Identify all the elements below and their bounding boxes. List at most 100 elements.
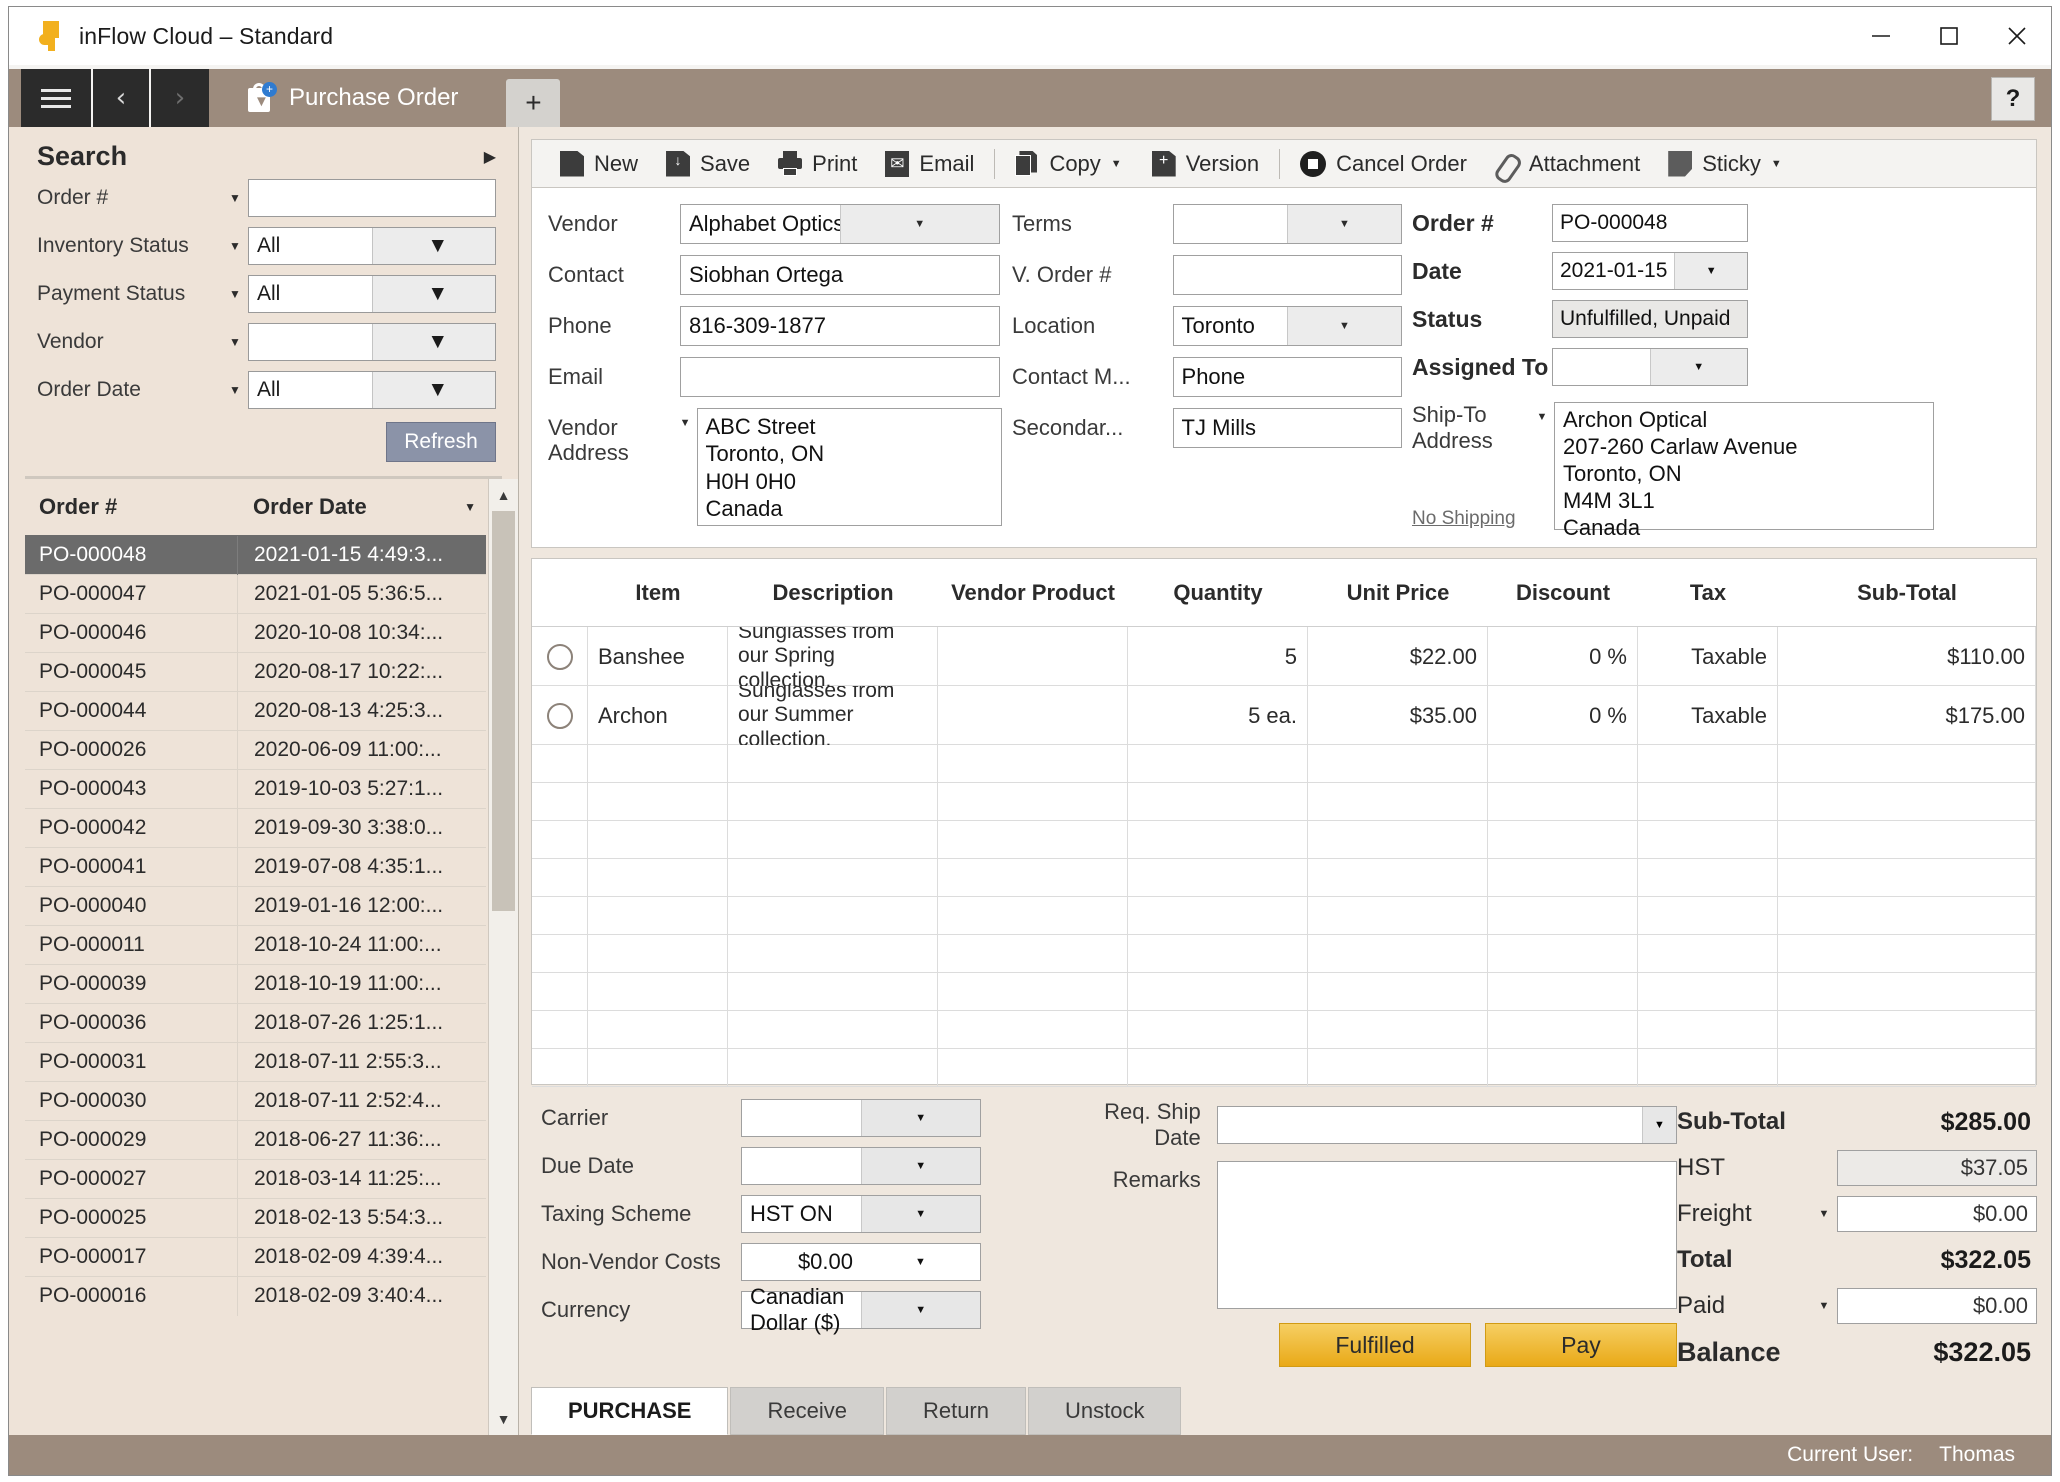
empty-cell[interactable] bbox=[1488, 897, 1638, 935]
column-header-quantity[interactable]: Quantity bbox=[1128, 559, 1308, 626]
phone-input[interactable]: 816-309-1877 bbox=[680, 306, 1000, 346]
chevron-down-icon[interactable]: ▼ bbox=[1286, 307, 1402, 345]
chevron-down-icon[interactable]: ▼ bbox=[222, 383, 248, 397]
empty-cell[interactable] bbox=[588, 973, 728, 1011]
quantity-cell[interactable]: 5 ea. bbox=[1128, 686, 1308, 745]
vendor-address-textarea[interactable]: ABC Street Toronto, ON H0H 0H0 Canada bbox=[696, 408, 1002, 526]
email-button[interactable]: Email bbox=[871, 140, 988, 188]
chevron-down-icon[interactable]: ▼ bbox=[1642, 1107, 1676, 1144]
order-list-row[interactable]: PO-000048 2021-01-15 4:49:3... bbox=[25, 535, 486, 575]
order-list-row[interactable]: PO-000031 2018-07-11 2:55:3... bbox=[25, 1042, 486, 1082]
order-no-input[interactable]: PO-000048 bbox=[1552, 204, 1748, 242]
empty-cell[interactable] bbox=[588, 1049, 728, 1087]
chevron-down-icon[interactable]: ▼ bbox=[674, 408, 697, 429]
order-list-row[interactable]: PO-000039 2018-10-19 11:00:... bbox=[25, 964, 486, 1004]
maximize-button[interactable] bbox=[1915, 7, 1983, 65]
row-select-cell[interactable] bbox=[532, 745, 588, 783]
column-header-subtotal[interactable]: Sub-Total bbox=[1778, 559, 2036, 626]
empty-cell[interactable] bbox=[1488, 859, 1638, 897]
search-input-order-no[interactable] bbox=[248, 179, 496, 217]
empty-cell[interactable] bbox=[1778, 935, 2036, 973]
carrier-select[interactable]: ▼ bbox=[741, 1099, 981, 1138]
search-select-order-date[interactable]: All ▼ bbox=[248, 371, 496, 409]
fulfilled-button[interactable]: Fulfilled bbox=[1279, 1323, 1471, 1368]
minimize-button[interactable] bbox=[1847, 7, 1915, 65]
order-list-scrollbar[interactable]: ▲ ▼ bbox=[488, 479, 518, 1435]
row-select-cell[interactable] bbox=[532, 821, 588, 859]
empty-cell[interactable] bbox=[1778, 973, 2036, 1011]
ship-to-address-textarea[interactable]: Archon Optical 207-260 Carlaw Avenue Tor… bbox=[1554, 402, 1934, 540]
empty-cell[interactable] bbox=[1308, 783, 1488, 821]
empty-cell[interactable] bbox=[938, 1049, 1128, 1087]
sub-tab-unstock[interactable]: Unstock bbox=[1028, 1387, 1182, 1435]
empty-cell[interactable] bbox=[728, 1011, 938, 1049]
empty-cell[interactable] bbox=[1778, 859, 2036, 897]
empty-cell[interactable] bbox=[1308, 745, 1488, 783]
order-list-row[interactable]: PO-000040 2019-01-16 12:00:... bbox=[25, 886, 486, 926]
chevron-down-icon[interactable]: ▼ bbox=[371, 228, 495, 264]
item-cell[interactable]: Banshee bbox=[588, 627, 728, 686]
help-button[interactable]: ? bbox=[1991, 77, 2035, 121]
main-menu-button[interactable] bbox=[21, 69, 93, 127]
tax-cell[interactable]: Taxable bbox=[1638, 686, 1778, 745]
row-select-cell[interactable] bbox=[532, 859, 588, 897]
description-cell[interactable]: Sunglasses from our Spring collection. bbox=[728, 627, 938, 686]
order-list-row[interactable]: PO-000025 2018-02-13 5:54:3... bbox=[25, 1198, 486, 1238]
scrollbar-thumb[interactable] bbox=[492, 511, 515, 911]
no-shipping-link[interactable]: No Shipping bbox=[1412, 508, 1554, 530]
empty-cell[interactable] bbox=[1308, 1011, 1488, 1049]
sub-tab-receive[interactable]: Receive bbox=[730, 1387, 884, 1435]
empty-cell[interactable] bbox=[1128, 783, 1308, 821]
row-select-radio[interactable] bbox=[532, 627, 588, 686]
empty-cell[interactable] bbox=[728, 973, 938, 1011]
search-select-vendor[interactable]: ▼ bbox=[248, 323, 496, 361]
empty-cell[interactable] bbox=[1638, 897, 1778, 935]
search-select-inventory-status[interactable]: All ▼ bbox=[248, 227, 496, 265]
chevron-down-icon[interactable]: ▼ bbox=[1649, 349, 1747, 385]
chevron-down-icon[interactable]: ▼ bbox=[861, 1244, 980, 1281]
empty-cell[interactable] bbox=[1778, 745, 2036, 783]
sub-tab-purchase[interactable]: PURCHASE bbox=[531, 1387, 729, 1435]
line-item-empty-row[interactable] bbox=[532, 897, 2036, 935]
empty-cell[interactable] bbox=[1128, 745, 1308, 783]
chevron-down-icon[interactable]: ▼ bbox=[222, 191, 248, 205]
empty-cell[interactable] bbox=[1308, 859, 1488, 897]
empty-cell[interactable] bbox=[938, 1011, 1128, 1049]
order-date-picker[interactable]: 2021-01-15 ▼ bbox=[1552, 252, 1748, 290]
sticky-button[interactable]: Sticky ▼ bbox=[1654, 140, 1798, 188]
email-input[interactable] bbox=[680, 357, 1000, 397]
chevron-down-icon[interactable]: ▼ bbox=[1530, 402, 1554, 423]
empty-cell[interactable] bbox=[728, 1049, 938, 1087]
order-list-row[interactable]: PO-000027 2018-03-14 11:25:... bbox=[25, 1159, 486, 1199]
chevron-down-icon[interactable]: ▼ bbox=[1811, 1300, 1837, 1312]
tab-purchase-order[interactable]: ▼ + Purchase Order bbox=[219, 69, 493, 127]
empty-cell[interactable] bbox=[1778, 821, 2036, 859]
pay-button[interactable]: Pay bbox=[1485, 1323, 1677, 1368]
empty-cell[interactable] bbox=[588, 1011, 728, 1049]
vendor-product-cell[interactable] bbox=[938, 686, 1128, 745]
cancel-order-button[interactable]: Cancel Order bbox=[1286, 140, 1481, 188]
order-list-row[interactable]: PO-000036 2018-07-26 1:25:1... bbox=[25, 1003, 486, 1043]
terms-select[interactable]: ▼ bbox=[1172, 204, 1402, 244]
order-list-row[interactable]: PO-000041 2019-07-08 4:35:1... bbox=[25, 847, 486, 887]
empty-cell[interactable] bbox=[1308, 897, 1488, 935]
empty-cell[interactable] bbox=[1638, 859, 1778, 897]
paid-value[interactable]: $0.00 bbox=[1837, 1288, 2037, 1325]
vendor-order-input[interactable] bbox=[1172, 255, 1402, 295]
row-select-cell[interactable] bbox=[532, 897, 588, 935]
empty-cell[interactable] bbox=[938, 745, 1128, 783]
empty-cell[interactable] bbox=[1638, 783, 1778, 821]
line-item-empty-row[interactable] bbox=[532, 935, 2036, 973]
empty-cell[interactable] bbox=[728, 745, 938, 783]
empty-cell[interactable] bbox=[1128, 935, 1308, 973]
chevron-down-icon[interactable]: ▼ bbox=[1771, 158, 1784, 170]
empty-cell[interactable] bbox=[1778, 897, 2036, 935]
empty-cell[interactable] bbox=[938, 821, 1128, 859]
line-item-empty-row[interactable] bbox=[532, 783, 2036, 821]
row-select-cell[interactable] bbox=[532, 1049, 588, 1087]
search-select-payment-status[interactable]: All ▼ bbox=[248, 275, 496, 313]
collapse-pane-icon[interactable]: ▶ bbox=[484, 147, 496, 167]
due-date-picker[interactable]: ▼ bbox=[741, 1147, 981, 1186]
column-header-order-date[interactable]: Order Date ▼ bbox=[237, 494, 486, 520]
empty-cell[interactable] bbox=[938, 973, 1128, 1011]
